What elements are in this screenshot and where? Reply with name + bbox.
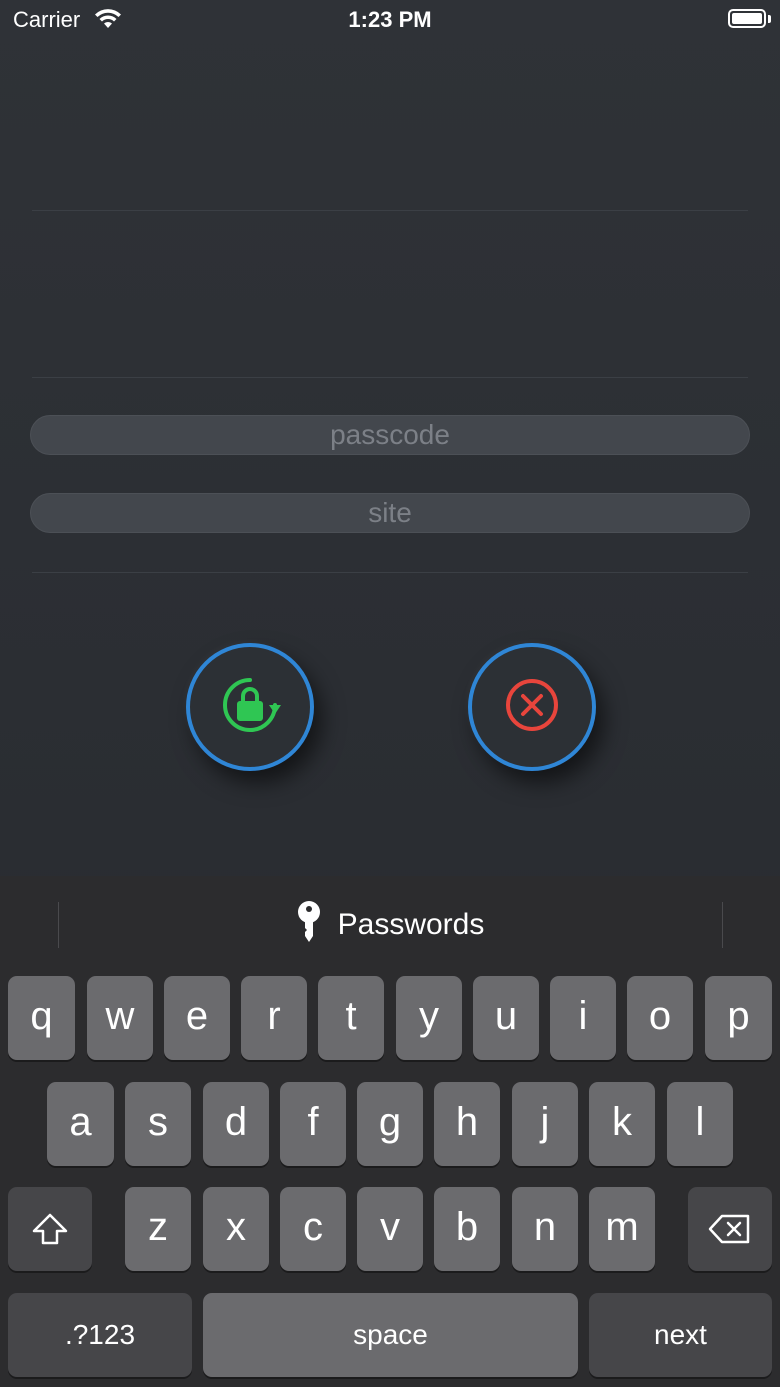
key-z[interactable]: z: [125, 1187, 191, 1271]
numbers-key[interactable]: .?123: [8, 1293, 192, 1377]
keyboard: Passwords q w e r t y u i o p a s d f g …: [0, 876, 780, 1387]
suggestion-separator-right: [722, 902, 723, 948]
site-input[interactable]: [30, 493, 750, 533]
key-s[interactable]: s: [125, 1082, 191, 1166]
delete-key[interactable]: [688, 1187, 772, 1271]
generate-button[interactable]: [186, 643, 314, 771]
key-u[interactable]: u: [473, 976, 539, 1060]
divider-top: [32, 210, 748, 211]
lock-rotate-icon: [217, 672, 283, 743]
key-b[interactable]: b: [434, 1187, 500, 1271]
key-r[interactable]: r: [241, 976, 307, 1060]
divider-bottom: [32, 572, 748, 573]
suggestion-bar: Passwords: [0, 876, 780, 972]
key-a[interactable]: a: [47, 1082, 114, 1166]
key-c[interactable]: c: [280, 1187, 346, 1271]
status-bar: Carrier 1:23 PM: [0, 0, 780, 40]
divider-middle: [32, 377, 748, 378]
passwords-label: Passwords: [337, 907, 485, 941]
cancel-button[interactable]: [468, 643, 596, 771]
shift-icon: [30, 1205, 70, 1249]
key-y[interactable]: y: [396, 976, 462, 1060]
passcode-input[interactable]: [30, 415, 750, 455]
key-x[interactable]: x: [203, 1187, 269, 1271]
battery-nub: [768, 15, 771, 23]
key-g[interactable]: g: [357, 1082, 423, 1166]
key-l[interactable]: l: [667, 1082, 733, 1166]
key-q[interactable]: q: [8, 976, 75, 1060]
key-icon: [296, 900, 322, 952]
key-n[interactable]: n: [512, 1187, 578, 1271]
key-w[interactable]: w: [87, 976, 153, 1060]
key-h[interactable]: h: [434, 1082, 500, 1166]
key-f[interactable]: f: [280, 1082, 346, 1166]
battery-icon: [728, 9, 766, 28]
passwords-suggestion[interactable]: Passwords: [0, 900, 780, 952]
next-key[interactable]: next: [589, 1293, 772, 1377]
shift-key[interactable]: [8, 1187, 92, 1271]
key-v[interactable]: v: [357, 1187, 423, 1271]
key-i[interactable]: i: [550, 976, 616, 1060]
key-e[interactable]: e: [164, 976, 230, 1060]
clock: 1:23 PM: [348, 7, 432, 32]
key-d[interactable]: d: [203, 1082, 269, 1166]
key-k[interactable]: k: [589, 1082, 655, 1166]
backspace-icon: [708, 1205, 752, 1249]
key-o[interactable]: o: [627, 976, 693, 1060]
close-circle-icon: [504, 677, 560, 738]
key-j[interactable]: j: [512, 1082, 578, 1166]
space-key[interactable]: space: [203, 1293, 578, 1377]
key-p[interactable]: p: [705, 976, 772, 1060]
key-m[interactable]: m: [589, 1187, 655, 1271]
key-t[interactable]: t: [318, 976, 384, 1060]
